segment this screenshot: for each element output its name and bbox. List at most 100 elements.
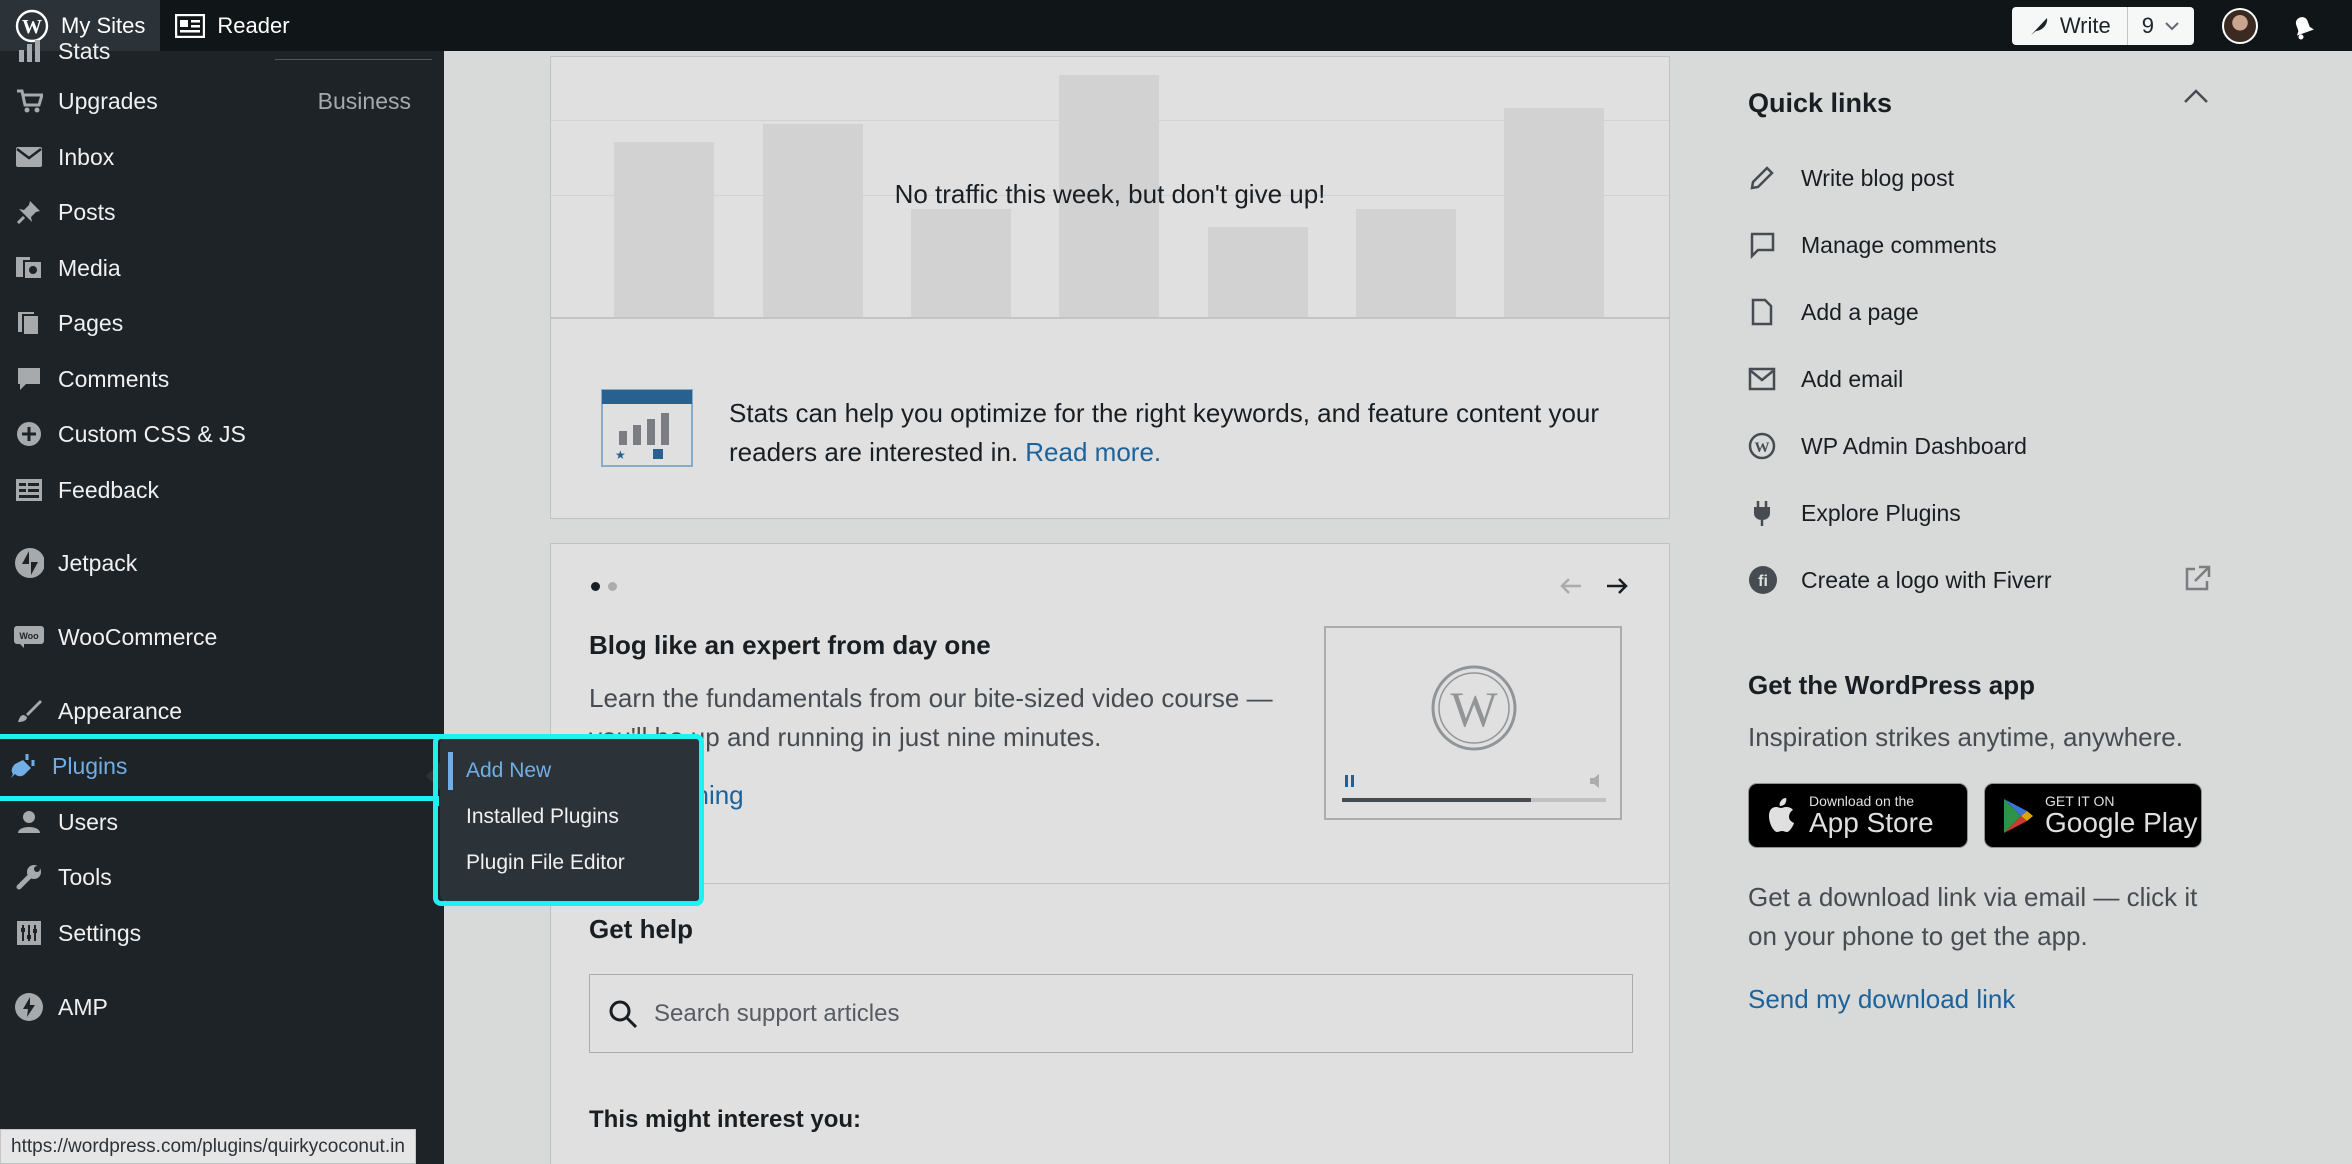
quick-link-label: Write blog post	[1801, 164, 1954, 191]
app-store-big: App Store	[1809, 806, 1934, 838]
app-promo-subtitle: Inspiration strikes anytime, anywhere.	[1748, 722, 2183, 752]
app-store-small: Download on the	[1809, 792, 1915, 809]
settings-icon	[14, 918, 44, 948]
course-card: Blog like an expert from day one Learn t…	[550, 543, 1670, 909]
get-help-title: Get help	[589, 914, 694, 944]
sidebar-item-label: Users	[58, 808, 119, 835]
volume-icon[interactable]	[1588, 773, 1606, 794]
page-icon	[1748, 298, 1782, 326]
carousel-dot[interactable]	[591, 582, 600, 591]
amp-icon	[14, 992, 44, 1022]
app-store-badge[interactable]: Download on the App Store	[1748, 783, 1968, 848]
svg-text:W: W	[1755, 440, 1770, 456]
video-thumbnail[interactable]: W	[1324, 626, 1622, 820]
stats-illustration-icon: ★	[601, 387, 693, 472]
status-bar-url: https://wordpress.com/plugins/quirkycoco…	[0, 1129, 416, 1164]
support-search-input[interactable]: Search support articles	[589, 974, 1633, 1053]
quick-link-manage-comments[interactable]: Manage comments	[1748, 225, 1997, 265]
fiverr-icon: fi	[1748, 565, 1782, 595]
sidebar-item-upgrades[interactable]: Upgrades Business	[0, 75, 444, 127]
avatar[interactable]	[2222, 7, 2258, 44]
stats-tip-text: Stats can help you optimize for the righ…	[729, 398, 1600, 467]
quick-link-explore-plugins[interactable]: Explore Plugins	[1748, 493, 1961, 533]
sidebar-item-plugins[interactable]: Plugins	[0, 740, 444, 792]
quick-link-wp-admin[interactable]: W WP Admin Dashboard	[1748, 426, 2027, 466]
notifications-icon[interactable]	[2288, 11, 2318, 41]
plan-badge: Business	[317, 87, 411, 114]
drafts-dropdown[interactable]: 9	[2128, 7, 2194, 45]
wordpress-icon: W	[1748, 432, 1782, 460]
chevron-down-icon	[2164, 21, 2180, 31]
draft-count: 9	[2141, 12, 2154, 38]
sidebar-item-pages[interactable]: Pages	[0, 297, 444, 349]
sidebar-item-jetpack[interactable]: Jetpack	[0, 537, 444, 589]
apple-icon	[1765, 796, 1799, 836]
sidebar-item-media[interactable]: Media	[0, 242, 444, 294]
main-content: No traffic this week, but don't give up!…	[444, 51, 2352, 1164]
cart-icon	[14, 86, 44, 116]
mail-icon	[1748, 367, 1782, 391]
flyout-item-installed-plugins[interactable]: Installed Plugins	[440, 794, 702, 840]
pause-icon[interactable]	[1344, 774, 1356, 793]
sidebar-item-label: Feedback	[58, 476, 160, 503]
quick-links-title: Quick links	[1748, 88, 1893, 118]
no-traffic-message: No traffic this week, but don't give up!	[894, 179, 1326, 209]
sidebar-item-label: Media	[58, 254, 121, 281]
quick-link-label: Explore Plugins	[1801, 499, 1961, 526]
media-icon	[14, 253, 44, 283]
wordpress-logo-icon: W	[1430, 664, 1518, 757]
user-icon	[14, 807, 44, 837]
sidebar-item-amp[interactable]: AMP	[0, 981, 444, 1033]
google-play-big: Google Play	[2045, 806, 2198, 838]
sidebar-item-stats[interactable]: Stats	[0, 33, 444, 69]
sidebar-item-label: Tools	[58, 863, 112, 890]
sidebar-item-appearance[interactable]: Appearance	[0, 685, 444, 737]
flyout-item-plugin-file-editor[interactable]: Plugin File Editor	[440, 840, 702, 886]
google-play-icon	[2001, 797, 2035, 835]
quick-link-fiverr[interactable]: fi Create a logo with Fiverr	[1748, 560, 2052, 600]
flyout-item-add-new[interactable]: Add New	[440, 748, 702, 794]
app-promo-title: Get the WordPress app	[1748, 670, 2036, 700]
sidebar-item-woocommerce[interactable]: Woo WooCommerce	[0, 611, 444, 663]
feedback-icon	[14, 475, 44, 505]
sidebar-item-label: Posts	[58, 198, 116, 225]
divider	[275, 59, 432, 60]
quick-link-add-page[interactable]: Add a page	[1748, 292, 1919, 332]
arrow-left-icon[interactable]	[1559, 572, 1583, 603]
sidebar-item-label: Stats	[58, 37, 111, 64]
jetpack-icon	[14, 548, 44, 578]
chevron-up-icon[interactable]	[2183, 88, 2209, 109]
read-more-link[interactable]: Read more.	[1025, 437, 1161, 467]
sidebar-item-custom-css-js[interactable]: Custom CSS & JS	[0, 408, 444, 460]
sidebar-item-label: Appearance	[58, 697, 183, 724]
arrow-right-icon[interactable]	[1605, 572, 1629, 603]
sidebar-item-feedback[interactable]: Feedback	[0, 464, 444, 516]
sidebar-item-label: Plugins	[52, 752, 128, 779]
quick-link-write-blog-post[interactable]: Write blog post	[1748, 158, 1954, 198]
sidebar-item-tools[interactable]: Tools	[0, 851, 444, 903]
sidebar-item-settings[interactable]: Settings	[0, 907, 444, 959]
sidebar: Stats Upgrades Business Inbox Posts Medi…	[0, 38, 444, 1164]
google-play-small: GET IT ON	[2045, 792, 2115, 809]
pencil-icon	[1748, 164, 1782, 192]
write-label: Write	[2059, 12, 2111, 38]
search-placeholder: Search support articles	[654, 999, 900, 1027]
sidebar-item-posts[interactable]: Posts	[0, 186, 444, 238]
sidebar-item-inbox[interactable]: Inbox	[0, 131, 444, 183]
quick-link-add-email[interactable]: Add email	[1748, 359, 1903, 399]
sidebar-item-comments[interactable]: Comments	[0, 353, 444, 405]
comment-icon	[14, 364, 44, 394]
quick-link-label: WP Admin Dashboard	[1801, 432, 2027, 459]
sidebar-item-users[interactable]: Users	[0, 796, 444, 848]
plug-icon	[1748, 499, 1782, 527]
carousel-dot[interactable]	[608, 582, 617, 591]
write-button-group: Write 9	[2011, 6, 2194, 45]
woo-icon: Woo	[14, 622, 44, 652]
quick-link-label: Create a logo with Fiverr	[1801, 566, 2052, 593]
send-download-link[interactable]: Send my download link	[1748, 984, 2015, 1015]
sidebar-item-label: Upgrades	[58, 87, 158, 114]
google-play-badge[interactable]: GET IT ON Google Play	[1984, 783, 2202, 848]
video-progress[interactable]	[1342, 798, 1606, 802]
svg-text:W: W	[1450, 681, 1498, 737]
write-button[interactable]: Write	[2012, 6, 2128, 45]
